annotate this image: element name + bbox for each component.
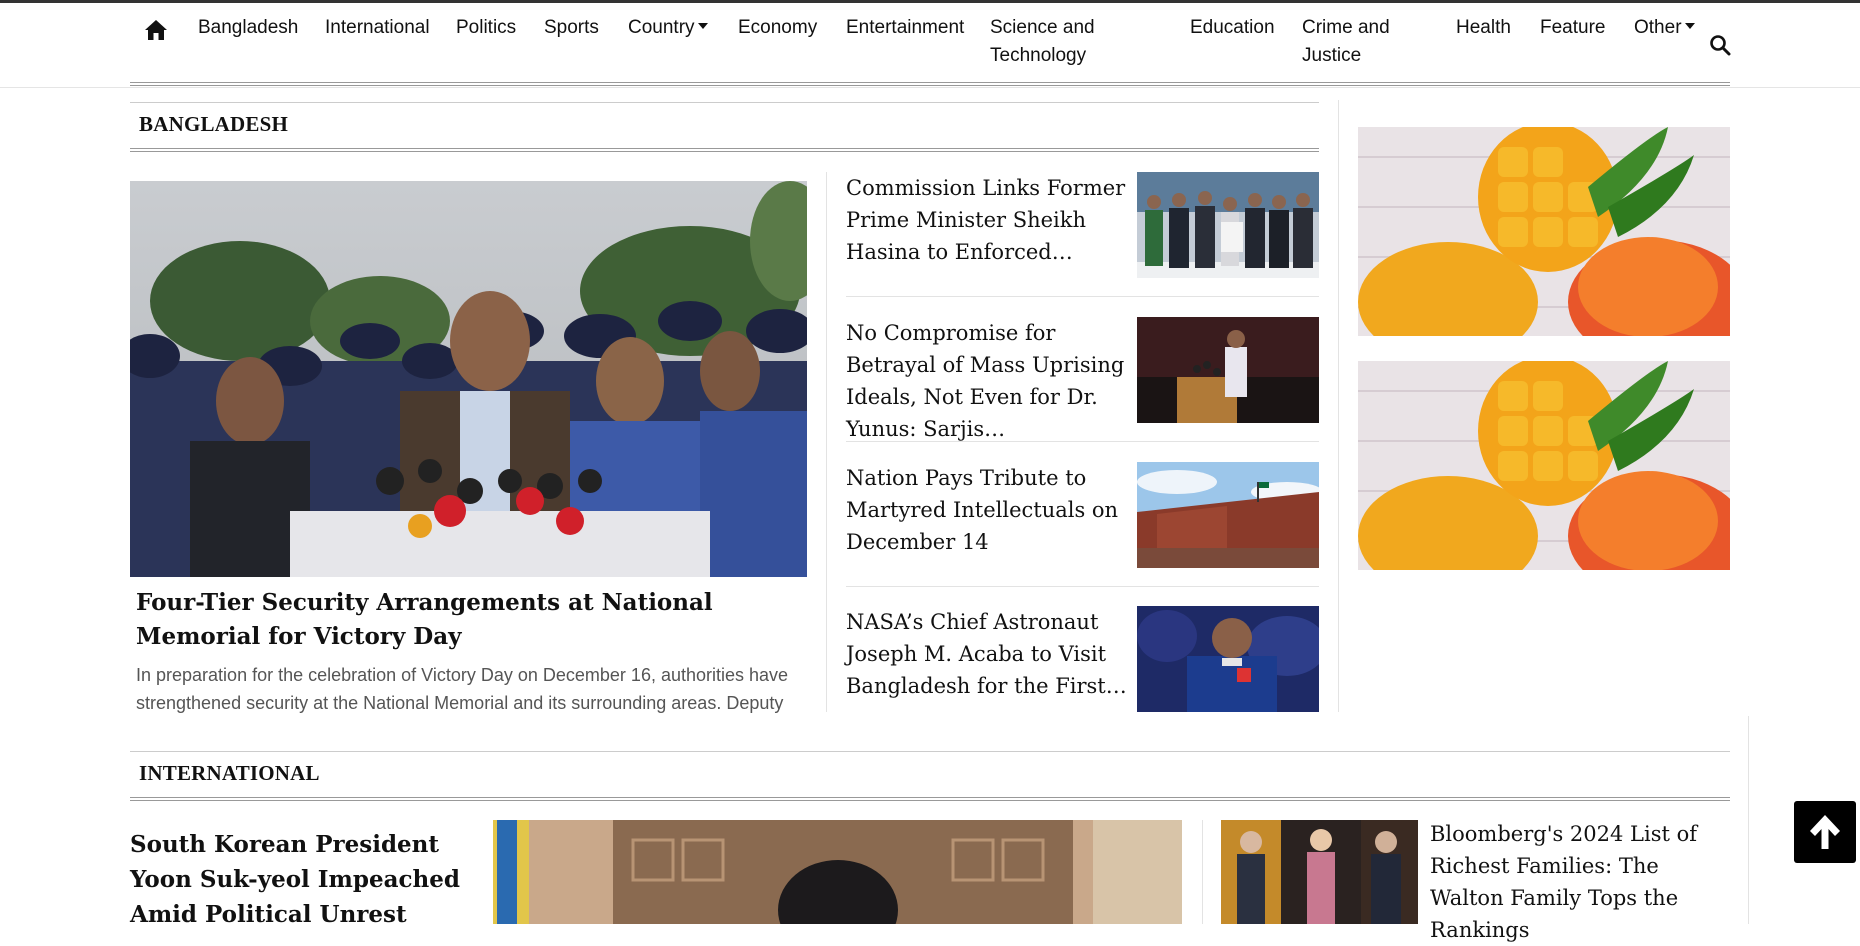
story-headline-3[interactable]: Nation Pays Tribute to Martyred Intellec… xyxy=(846,462,1136,558)
nav-item-health[interactable]: Health xyxy=(1456,14,1511,42)
nav-item-science-technology[interactable]: Science and Technology xyxy=(990,14,1095,70)
nav-item-sports[interactable]: Sports xyxy=(544,14,599,42)
main-nav: Bangladesh International Politics Sports… xyxy=(0,3,1860,88)
section-top-rule xyxy=(130,102,1319,103)
nav-item-other[interactable]: Other xyxy=(1634,14,1695,42)
story-divider xyxy=(846,586,1319,587)
sidebar-ad-1[interactable] xyxy=(1358,127,1730,336)
lead-story-headline[interactable]: Four-Tier Security Arrangements at Natio… xyxy=(136,586,796,654)
story-photo-1-image xyxy=(1137,172,1319,278)
column-divider xyxy=(826,172,827,712)
story-photo-1[interactable] xyxy=(1137,172,1319,278)
chevron-down-icon xyxy=(697,22,708,29)
story-photo-3-image xyxy=(1137,462,1319,568)
arrow-up-icon xyxy=(1810,815,1840,849)
lead-story-photo[interactable] xyxy=(130,181,807,577)
story-photo-2-image xyxy=(1137,317,1319,423)
international-side-photo[interactable] xyxy=(1221,820,1418,924)
story-headline-1[interactable]: Commission Links Former Prime Minister S… xyxy=(846,172,1136,268)
nav-item-country-label: Country xyxy=(628,17,695,38)
nav-item-crime-justice[interactable]: Crime and Justice xyxy=(1302,14,1390,70)
home-icon[interactable] xyxy=(144,19,168,41)
nav-underline xyxy=(130,82,1730,86)
section-title-rule xyxy=(130,797,1730,801)
search-icon[interactable] xyxy=(1709,34,1731,56)
international-lead-image xyxy=(493,820,1182,924)
nav-item-crime-label-1: Crime and xyxy=(1302,17,1390,38)
section-title-bangladesh: BANGLADESH xyxy=(139,112,289,136)
nav-item-politics[interactable]: Politics xyxy=(456,14,516,42)
nav-item-education[interactable]: Education xyxy=(1190,14,1275,42)
story-photo-4[interactable] xyxy=(1137,606,1319,712)
story-headline-4[interactable]: NASA’s Chief Astronaut Joseph M. Acaba t… xyxy=(846,606,1136,702)
story-divider xyxy=(846,441,1319,442)
story-photo-3[interactable] xyxy=(1137,462,1319,568)
back-to-top-button[interactable] xyxy=(1794,801,1856,863)
story-divider xyxy=(846,296,1319,297)
nav-item-international[interactable]: International xyxy=(325,14,430,42)
nav-item-crime-label-2: Justice xyxy=(1302,45,1362,66)
story-photo-2[interactable] xyxy=(1137,317,1319,423)
mango-ad-image xyxy=(1358,127,1730,336)
lead-photo-image xyxy=(130,181,807,577)
section-title-rule xyxy=(130,148,1319,152)
lead-story-excerpt: In preparation for the celebration of Vi… xyxy=(136,665,789,713)
nav-item-entertainment[interactable]: Entertainment xyxy=(846,14,964,42)
column-divider xyxy=(1338,100,1339,712)
nav-item-bangladesh[interactable]: Bangladesh xyxy=(198,14,298,42)
story-headline-2[interactable]: No Compromise for Betrayal of Mass Upris… xyxy=(846,317,1136,445)
column-divider xyxy=(1202,820,1203,924)
nav-item-science-label-1: Science and xyxy=(990,17,1095,38)
nav-item-science-label-2: Technology xyxy=(990,45,1087,66)
international-side-image xyxy=(1221,820,1418,924)
chevron-down-icon xyxy=(1684,22,1695,29)
nav-item-feature[interactable]: Feature xyxy=(1540,14,1605,42)
nav-item-country[interactable]: Country xyxy=(628,14,708,42)
mango-ad-image xyxy=(1358,361,1730,570)
international-lead-headline[interactable]: South Korean President Yoon Suk-yeol Imp… xyxy=(130,827,480,932)
section-title-international: INTERNATIONAL xyxy=(139,761,320,785)
story-photo-4-image xyxy=(1137,606,1319,712)
column-divider xyxy=(1748,716,1749,924)
section-top-rule xyxy=(130,751,1730,752)
international-lead-photo[interactable] xyxy=(493,820,1182,924)
nav-item-economy[interactable]: Economy xyxy=(738,14,817,42)
sidebar-ad-2[interactable] xyxy=(1358,361,1730,570)
nav-item-other-label: Other xyxy=(1634,17,1682,38)
international-side-headline[interactable]: Bloomberg's 2024 List of Richest Familie… xyxy=(1430,818,1730,946)
